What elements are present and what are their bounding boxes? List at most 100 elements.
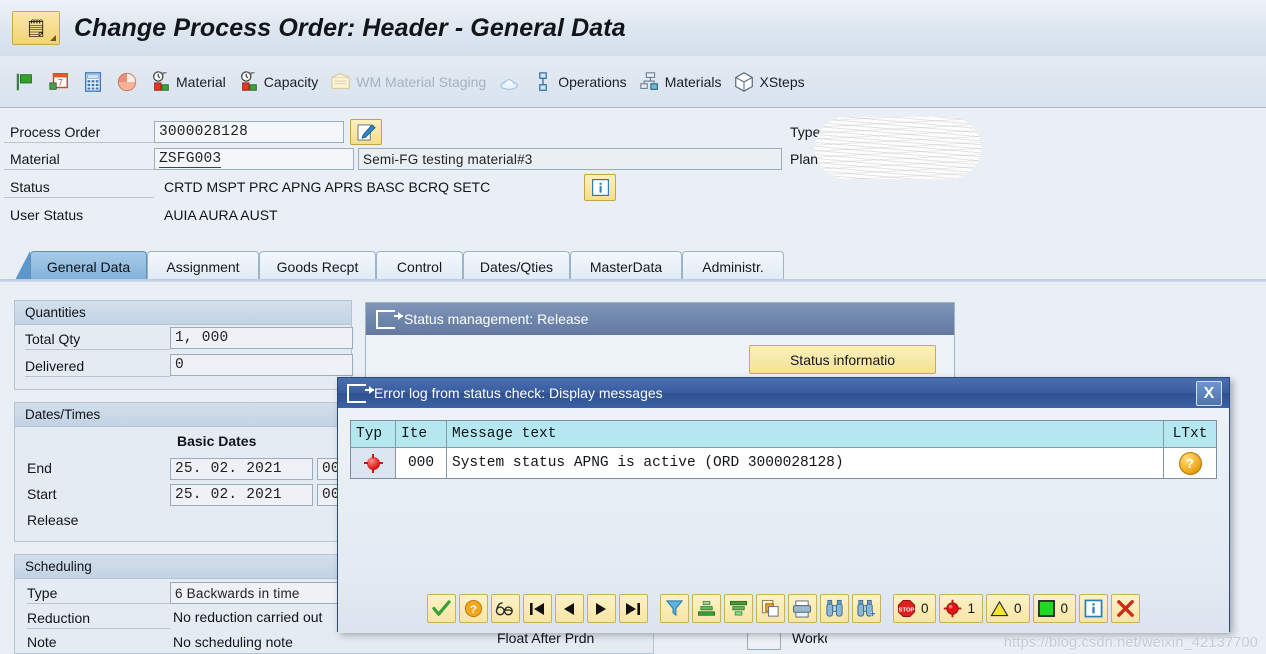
status-label: Status bbox=[4, 177, 154, 198]
wm-staging-icon bbox=[331, 72, 351, 89]
technical-info-button[interactable] bbox=[490, 594, 520, 623]
red-x-icon bbox=[1117, 600, 1134, 617]
print-button[interactable] bbox=[787, 594, 817, 623]
orange-question-icon: ? bbox=[464, 599, 483, 618]
success-count-button[interactable]: 0 bbox=[1032, 594, 1077, 623]
tab-masterdata[interactable]: MasterData bbox=[570, 251, 682, 282]
order-header-fields: Process Order 3000028128 Material ZSFG00… bbox=[0, 108, 1266, 238]
error-count: 1 bbox=[967, 601, 975, 616]
tab-label: Goods Recpt bbox=[276, 259, 359, 275]
dropdown-corner-icon bbox=[50, 35, 56, 41]
scheduling-button[interactable]: 7 bbox=[42, 64, 76, 100]
binoculars-icon bbox=[826, 599, 843, 617]
display-change-toggle-button[interactable] bbox=[350, 119, 382, 145]
error-log-dialog-title-bar[interactable]: Error log from status check: Display mes… bbox=[338, 378, 1229, 408]
tab-assignment[interactable]: Assignment bbox=[147, 251, 259, 282]
delivered-label: Delivered bbox=[25, 356, 170, 377]
help-button[interactable]: ? bbox=[458, 594, 488, 623]
tab-strip: General Data Assignment Goods Recpt Cont… bbox=[0, 248, 1266, 282]
tab-label: Control bbox=[396, 259, 443, 275]
total-qty-input[interactable]: 1, 000 bbox=[170, 327, 353, 349]
material-availability-button[interactable]: Material bbox=[144, 64, 232, 100]
status-management-title-bar: Status management: Release bbox=[366, 303, 954, 335]
capacity-availability-button[interactable]: Capacity bbox=[232, 64, 324, 100]
help-question-icon[interactable]: ? bbox=[1178, 451, 1202, 475]
status-information-button[interactable]: Status informatio bbox=[749, 345, 936, 374]
column-header-ltxt[interactable]: LTxt bbox=[1163, 421, 1216, 448]
abort-count: 0 bbox=[920, 601, 929, 616]
start-date-input[interactable]: 25. 02. 2021 bbox=[170, 484, 313, 506]
error-red-icon bbox=[363, 453, 383, 473]
filter-button[interactable] bbox=[659, 594, 689, 623]
error-count-button[interactable]: 1 bbox=[939, 594, 983, 623]
operations-button[interactable]: Operations bbox=[526, 64, 632, 100]
process-order-input[interactable]: 3000028128 bbox=[154, 121, 344, 143]
green-check-icon bbox=[432, 600, 451, 616]
pie-chart-icon bbox=[117, 72, 137, 91]
information-button[interactable] bbox=[1079, 594, 1109, 623]
release-order-button[interactable] bbox=[8, 64, 42, 100]
end-date-input[interactable]: 25. 02. 2021 bbox=[170, 458, 313, 480]
toolbar-label: XSteps bbox=[759, 73, 805, 90]
error-log-dialog-title: Error log from status check: Display mes… bbox=[374, 385, 663, 401]
warning-count-button[interactable]: 0 bbox=[986, 594, 1030, 623]
message-text-cell: System status APNG is active (ORD 300002… bbox=[446, 447, 1164, 478]
cost-analysis-button[interactable] bbox=[110, 64, 144, 100]
next-page-button[interactable] bbox=[586, 594, 616, 623]
green-flag-icon bbox=[16, 73, 32, 90]
table-row[interactable]: 000 System status APNG is active (ORD 30… bbox=[351, 447, 1216, 478]
copy-button[interactable] bbox=[755, 594, 785, 623]
messages-table: Typ Ite Message text LTxt 000 System sta… bbox=[351, 421, 1216, 478]
start-date-label: Start bbox=[27, 486, 57, 502]
column-header-ite[interactable]: Ite bbox=[395, 421, 447, 448]
first-page-button[interactable] bbox=[522, 594, 552, 623]
material-input[interactable]: ZSFG003 bbox=[154, 148, 354, 170]
tab-label: Assignment bbox=[166, 259, 240, 275]
warning-count: 0 bbox=[1014, 601, 1022, 616]
continue-button[interactable] bbox=[426, 594, 456, 623]
tab-general-data[interactable]: General Data bbox=[30, 251, 147, 282]
sort-descending-button[interactable] bbox=[723, 594, 753, 623]
find-button[interactable] bbox=[819, 594, 849, 623]
previous-page-button[interactable] bbox=[554, 594, 584, 623]
last-page-button[interactable] bbox=[618, 594, 648, 623]
delivered-input[interactable]: 0 bbox=[170, 354, 353, 376]
xsteps-button[interactable]: XSteps bbox=[727, 64, 810, 100]
status-info-button[interactable] bbox=[584, 173, 616, 201]
next-page-icon bbox=[596, 602, 607, 615]
status-value: CRTD MSPT PRC APNG APRS BASC BCRQ SETC bbox=[164, 179, 491, 195]
xsteps-cube-icon bbox=[735, 71, 754, 92]
tab-goods-recpt[interactable]: Goods Recpt bbox=[259, 251, 376, 282]
close-icon[interactable]: X bbox=[1196, 381, 1222, 406]
column-header-typ[interactable]: Typ bbox=[351, 421, 396, 448]
find-next-button[interactable] bbox=[851, 594, 881, 623]
materials-button[interactable]: Materials bbox=[633, 64, 728, 100]
cancel-button[interactable] bbox=[1111, 594, 1141, 623]
tab-control[interactable]: Control bbox=[376, 251, 463, 282]
edit-pencil-icon bbox=[356, 123, 376, 141]
abort-count-button[interactable]: STOP 0 bbox=[892, 594, 937, 623]
cost-calculation-button[interactable] bbox=[76, 64, 110, 100]
operations-icon bbox=[539, 71, 548, 91]
sort-ascending-icon bbox=[697, 600, 715, 616]
tab-leading-corner bbox=[14, 251, 30, 282]
status-management-title: Status management: Release bbox=[404, 311, 589, 327]
svg-text:STOP: STOP bbox=[899, 607, 915, 613]
reduction-value: No reduction carried out bbox=[173, 609, 323, 625]
message-type-cell bbox=[351, 447, 396, 478]
application-toolbar: 7 Material Capacity WM Material Staging … bbox=[0, 56, 1266, 108]
tab-administr[interactable]: Administr. bbox=[682, 251, 784, 282]
sort-ascending-button[interactable] bbox=[691, 594, 721, 623]
messages-grid: Typ Ite Message text LTxt 000 System sta… bbox=[350, 420, 1217, 479]
column-header-message-text[interactable]: Message text bbox=[446, 421, 1164, 448]
print-stack-button bbox=[492, 64, 526, 100]
user-status-label: User Status bbox=[10, 207, 84, 223]
sort-descending-icon bbox=[729, 600, 747, 616]
previous-page-icon bbox=[564, 602, 575, 615]
material-description: Semi-FG testing material#3 bbox=[358, 148, 782, 170]
stop-sign-icon: STOP bbox=[897, 599, 916, 618]
app-icon[interactable]: 🗒 bbox=[12, 11, 60, 45]
success-count: 0 bbox=[1060, 601, 1069, 616]
calendar-7-icon: 7 bbox=[49, 72, 68, 90]
tab-dates-qties[interactable]: Dates/Qties bbox=[463, 251, 570, 282]
